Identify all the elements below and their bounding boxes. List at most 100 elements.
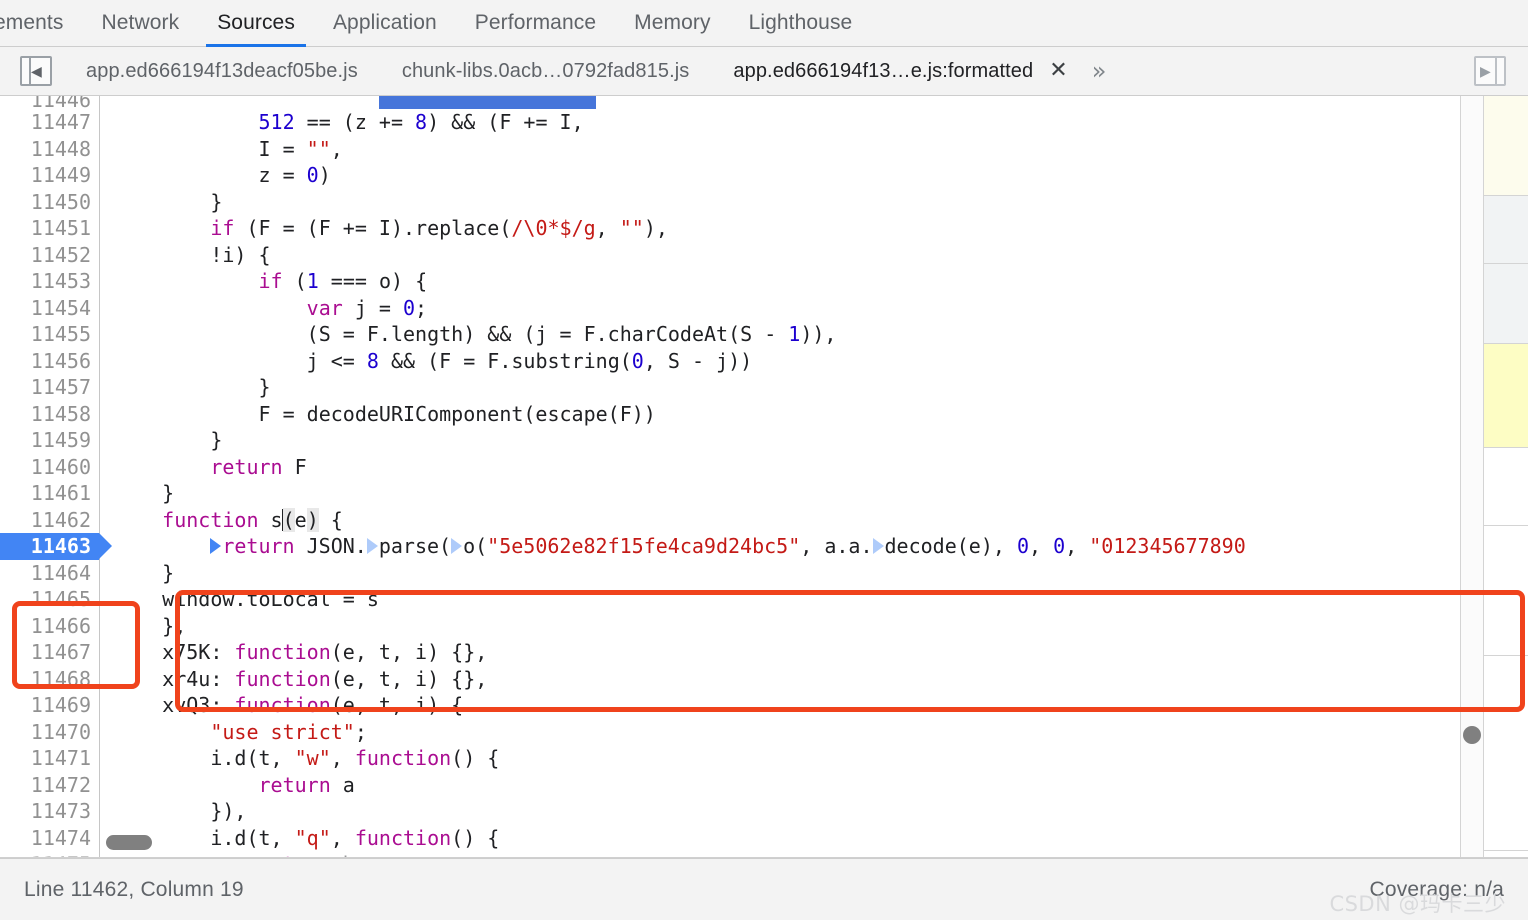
- code-line[interactable]: if (1 === o) {: [100, 268, 1528, 295]
- code-line[interactable]: }: [100, 427, 1528, 454]
- line-number[interactable]: 11456: [0, 348, 99, 375]
- line-number[interactable]: 11469: [0, 692, 99, 719]
- tab-lighthouse[interactable]: Lighthouse: [730, 0, 872, 46]
- code-line[interactable]: z = 0): [100, 162, 1528, 189]
- tab-performance-label: Performance: [474, 11, 597, 34]
- code-line[interactable]: "use strict";: [100, 719, 1528, 746]
- code-line[interactable]: }: [100, 374, 1528, 401]
- editor-status-bar: Line 11462, Column 19 Coverage: n/a CSDN…: [0, 858, 1528, 920]
- tabs-overflow-icon[interactable]: »: [1086, 59, 1113, 83]
- line-number[interactable]: 11472: [0, 772, 99, 799]
- line-number[interactable]: 11473: [0, 798, 99, 825]
- horizontal-scrollbar-thumb[interactable]: [106, 835, 152, 850]
- line-number[interactable]: 11451: [0, 215, 99, 242]
- line-number[interactable]: 11471: [0, 745, 99, 772]
- minimap-marker: [1484, 264, 1528, 344]
- show-debugger-panel-icon[interactable]: ▶: [1474, 56, 1506, 86]
- file-tab-chunk-libs-js[interactable]: chunk-libs.0acb…0792fad815.js: [380, 47, 712, 95]
- line-number[interactable]: 11450: [0, 189, 99, 216]
- code-line-cursor[interactable]: function s(e) {: [100, 507, 1528, 534]
- tab-sources-label: Sources: [217, 11, 295, 34]
- vertical-scrollbar[interactable]: [1460, 96, 1484, 857]
- scrollbar-thumb[interactable]: [1463, 726, 1481, 744]
- tab-elements[interactable]: ements: [0, 0, 82, 46]
- line-number[interactable]: 11452: [0, 242, 99, 269]
- line-number[interactable]: 11447: [0, 109, 99, 136]
- code-line[interactable]: }),: [100, 798, 1528, 825]
- code-line[interactable]: }: [100, 560, 1528, 587]
- file-tab-app-js-formatted[interactable]: app.ed666194f13…e.js:formatted ✕: [711, 47, 1090, 95]
- line-number[interactable]: 11460: [0, 454, 99, 481]
- line-number[interactable]: 11458: [0, 401, 99, 428]
- step-marker-icon[interactable]: [872, 538, 884, 554]
- code-line[interactable]: return F: [100, 454, 1528, 481]
- code-line[interactable]: return b: [100, 851, 1528, 857]
- code-line[interactable]: if (F = (F += I).replace(/\0*$/g, ""),: [100, 215, 1528, 242]
- line-number[interactable]: 11449: [0, 162, 99, 189]
- code-line[interactable]: (S = F.length) && (j = F.charCodeAt(S - …: [100, 321, 1528, 348]
- devtools-tabbar: ements Network Sources Application Perfo…: [0, 0, 1528, 47]
- code-line[interactable]: j <= 8 && (F = F.substring(0, S - j)): [100, 348, 1528, 375]
- code-line[interactable]: },: [100, 613, 1528, 640]
- code-line[interactable]: }: [100, 480, 1528, 507]
- step-marker-icon[interactable]: [366, 538, 378, 554]
- code-line[interactable]: x75K: function(e, t, i) {},: [100, 639, 1528, 666]
- code-line-executing[interactable]: return JSON. parse(o("5e5062e82f15fe4ca9d…: [100, 533, 1528, 560]
- code-line[interactable]: F = decodeURIComponent(escape(F)): [100, 401, 1528, 428]
- tab-network[interactable]: Network: [82, 0, 198, 46]
- file-tab-app-js-label: app.ed666194f13deacf05be.js: [86, 59, 358, 82]
- line-number[interactable]: 11467: [0, 639, 99, 666]
- line-number[interactable]: 11475: [0, 851, 99, 857]
- tab-memory[interactable]: Memory: [615, 0, 729, 46]
- line-number[interactable]: 11446: [0, 96, 99, 110]
- line-number[interactable]: 11454: [0, 295, 99, 322]
- line-number[interactable]: 11457: [0, 374, 99, 401]
- line-number[interactable]: 11465: [0, 586, 99, 613]
- code-line[interactable]: 512 == (z += 8) && (F += I,: [100, 109, 1528, 136]
- close-icon[interactable]: ✕: [1049, 60, 1068, 82]
- code-line[interactable]: xr4u: function(e, t, i) {},: [100, 666, 1528, 693]
- code-line[interactable]: }: [100, 189, 1528, 216]
- tab-network-label: Network: [101, 11, 180, 34]
- step-marker-icon[interactable]: [451, 538, 463, 554]
- tab-lighthouse-label: Lighthouse: [748, 11, 853, 34]
- minimap-marker-column[interactable]: [1483, 96, 1528, 857]
- show-navigator-panel-icon[interactable]: ◀: [20, 56, 52, 86]
- code-line-clipped-top: [100, 96, 1528, 109]
- line-number[interactable]: 11468: [0, 666, 99, 693]
- code-line[interactable]: return a: [100, 772, 1528, 799]
- code-content[interactable]: 512 == (z += 8) && (F += I, I = "", z = …: [100, 96, 1528, 857]
- code-line[interactable]: !i) {: [100, 242, 1528, 269]
- file-tab-app-js[interactable]: app.ed666194f13deacf05be.js: [64, 47, 380, 95]
- code-line[interactable]: i.d(t, "q", function() {: [100, 825, 1528, 852]
- tab-application[interactable]: Application: [314, 0, 456, 46]
- line-number[interactable]: 11464: [0, 560, 99, 587]
- tab-performance[interactable]: Performance: [456, 0, 615, 46]
- line-number-gutter[interactable]: 11446 11447 11448 11449 11450 11451 1145…: [0, 96, 112, 857]
- line-number[interactable]: 11462: [0, 507, 99, 534]
- line-number[interactable]: 11461: [0, 480, 99, 507]
- line-number[interactable]: 11453: [0, 268, 99, 295]
- code-line[interactable]: I = "",: [100, 136, 1528, 163]
- line-number-execution-highlight[interactable]: 11463: [0, 533, 112, 560]
- cursor-position-label[interactable]: Line 11462, Column 19: [24, 878, 244, 902]
- minimap-marker: [1484, 526, 1528, 656]
- line-number[interactable]: 11448: [0, 136, 99, 163]
- code-line[interactable]: i.d(t, "w", function() {: [100, 745, 1528, 772]
- code-line[interactable]: var j = 0;: [100, 295, 1528, 322]
- line-number[interactable]: 11459: [0, 427, 99, 454]
- minimap-marker: [1484, 448, 1528, 526]
- code-line[interactable]: window.toLocal = s: [100, 586, 1528, 613]
- tab-sources[interactable]: Sources: [198, 0, 314, 47]
- line-number[interactable]: 11470: [0, 719, 99, 746]
- line-number[interactable]: 11455: [0, 321, 99, 348]
- tab-application-label: Application: [332, 11, 437, 34]
- file-tabstrip: ◀ app.ed666194f13deacf05be.js chunk-libs…: [0, 47, 1528, 96]
- line-number[interactable]: 11474: [0, 825, 99, 852]
- minimap-marker: [1484, 344, 1528, 448]
- step-marker-icon[interactable]: [210, 538, 222, 554]
- source-editor[interactable]: 11446 11447 11448 11449 11450 11451 1145…: [0, 96, 1528, 858]
- panel-divider-bar: [29, 58, 31, 84]
- line-number[interactable]: 11466: [0, 613, 99, 640]
- code-line[interactable]: xvQ3: function(e, t, i) {: [100, 692, 1528, 719]
